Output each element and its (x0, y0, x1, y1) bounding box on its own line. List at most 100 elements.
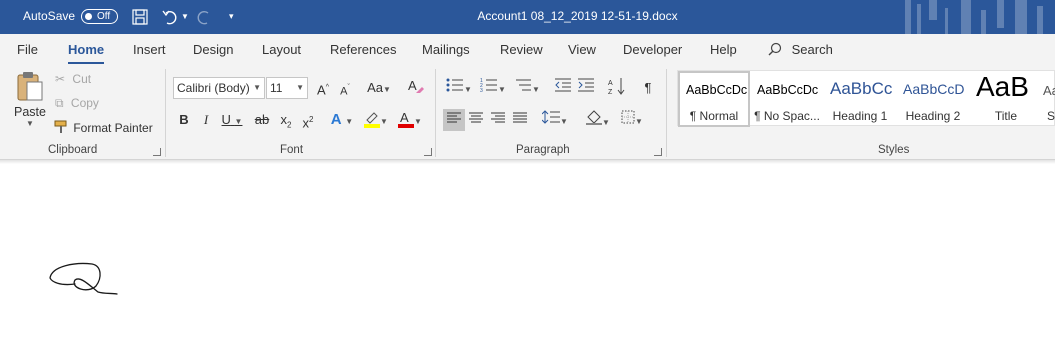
tab-developer[interactable]: Developer (623, 42, 682, 57)
font-size-dropdown[interactable]: 11 ▼ (266, 77, 308, 99)
format-painter-label: Format Painter (73, 121, 153, 135)
align-center-button[interactable] (465, 109, 487, 131)
superscript-button[interactable]: x2 (297, 109, 319, 131)
chevron-down-icon: ▼ (382, 85, 391, 94)
customize-qat-icon[interactable]: ▾ (229, 11, 234, 29)
style-subtitle[interactable]: Aa S (1041, 71, 1055, 127)
text-effects-icon: A (330, 111, 342, 128)
shrink-font-label: A (340, 85, 348, 98)
tab-layout[interactable]: Layout (262, 42, 301, 57)
show-marks-button[interactable]: ¶ (637, 77, 659, 99)
grow-font-button[interactable]: A^ (312, 77, 334, 99)
align-left-icon (447, 112, 461, 123)
tab-home[interactable]: Home (68, 42, 105, 64)
subscript-button[interactable]: x2 (275, 109, 297, 131)
increase-indent-icon (578, 78, 594, 92)
justify-button[interactable] (509, 109, 531, 131)
ribbon: Paste ▼ ✂ Cut ⧉ Copy Format Painter Clip… (0, 64, 1055, 160)
tab-help[interactable]: Help (710, 42, 737, 57)
style-name: Heading 1 (832, 109, 888, 123)
copy-button[interactable]: ⧉ Copy (55, 96, 99, 111)
strikethrough-button[interactable]: ab (251, 109, 273, 131)
autosave-toggle[interactable]: Off (81, 9, 118, 24)
tab-view[interactable]: View (568, 42, 596, 57)
tab-file[interactable]: File (17, 42, 38, 57)
justify-icon (513, 112, 527, 123)
shading-button[interactable]: ▼ (583, 109, 613, 131)
title-bar: AutoSave Off ▼ ▾ Account1 08_12_2019 12-… (0, 0, 1055, 34)
document-canvas[interactable] (0, 164, 1055, 361)
style-title[interactable]: AaB Title (970, 71, 1042, 127)
numbering-button[interactable]: 1 2 3 ▼ (478, 77, 508, 99)
clear-formatting-button[interactable]: A (405, 77, 427, 99)
bold-button[interactable]: B (173, 109, 195, 131)
bullets-icon (446, 78, 464, 92)
sort-button[interactable]: AZ (606, 77, 628, 99)
grow-font-label: A (317, 82, 326, 98)
underline-button[interactable]: U ▼ (217, 109, 247, 131)
tab-references[interactable]: References (330, 42, 396, 57)
align-right-button[interactable] (487, 109, 509, 131)
paragraph-dialog-launcher[interactable] (654, 148, 662, 156)
decrease-indent-icon (555, 78, 571, 92)
line-spacing-button[interactable]: ▼ (540, 109, 570, 131)
tab-mailings[interactable]: Mailings (422, 42, 470, 57)
cut-button[interactable]: ✂ Cut (55, 72, 91, 86)
chevron-down-icon: ▼ (560, 117, 568, 126)
align-left-button[interactable] (443, 109, 465, 131)
undo-icon[interactable] (161, 8, 179, 26)
chevron-down-icon: ▼ (532, 85, 540, 94)
clear-formatting-icon: A (408, 78, 424, 93)
change-case-button[interactable]: Aa▼ (364, 77, 394, 99)
clipboard-dialog-launcher[interactable] (153, 148, 161, 156)
align-right-icon (491, 112, 505, 123)
bullets-button[interactable]: ▼ (444, 77, 474, 99)
paste-icon (17, 72, 43, 101)
chevron-down-icon: ▼ (464, 85, 472, 94)
paste-button[interactable]: Paste ▼ (12, 70, 48, 140)
style-preview: AaB (976, 71, 1029, 102)
text-effects-button[interactable]: A ▼ (327, 109, 357, 131)
style-heading-1[interactable]: AaBbCc Heading 1 (824, 71, 896, 127)
format-painter-button[interactable]: Format Painter (54, 120, 153, 135)
redo-icon[interactable] (195, 8, 213, 26)
tab-review[interactable]: Review (500, 42, 543, 57)
style-no-spacing[interactable]: AaBbCcDc ¶ No Spac... (751, 71, 823, 127)
save-icon[interactable] (131, 8, 149, 26)
font-name-value: Calibri (Body) (177, 81, 250, 95)
ink-drawing-icon (49, 262, 118, 295)
svg-text:Z: Z (608, 89, 613, 95)
titlebar-pattern-icon (905, 0, 1043, 34)
multilevel-list-button[interactable]: ▼ (512, 77, 542, 99)
style-normal[interactable]: AaBbCcDc ¶ Normal (678, 71, 750, 127)
font-dialog-launcher[interactable] (424, 148, 432, 156)
numbering-icon: 123 (480, 78, 498, 94)
svg-text:A: A (608, 80, 613, 87)
superscript-icon: 2 (309, 115, 314, 124)
underline-label: U (221, 112, 231, 127)
paste-label: Paste (14, 105, 46, 119)
increase-indent-button[interactable] (575, 77, 597, 99)
search-box[interactable]: Search (768, 42, 833, 57)
tab-insert[interactable]: Insert (133, 42, 166, 57)
style-heading-2[interactable]: AaBbCcD Heading 2 (897, 71, 969, 127)
font-size-value: 11 (270, 81, 283, 95)
highlight-button[interactable]: ▼ (361, 109, 391, 131)
chevron-down-icon: ▼ (345, 117, 354, 126)
style-name: ¶ No Spac... (754, 109, 820, 123)
style-name: ¶ Normal (689, 109, 739, 123)
font-color-icon: A (398, 110, 415, 128)
paint-bucket-icon (586, 110, 603, 125)
cut-label: Cut (72, 72, 92, 86)
shrink-font-button[interactable]: Aˇ (334, 77, 356, 99)
font-color-button[interactable]: A ▼ (395, 109, 425, 131)
tab-design[interactable]: Design (193, 42, 233, 57)
chevron-down-icon: ▼ (602, 118, 610, 127)
undo-dropdown-icon[interactable]: ▼ (181, 12, 189, 30)
borders-button[interactable]: ▼ (617, 109, 647, 131)
sort-icon: AZ (608, 78, 625, 96)
cut-icon: ✂ (55, 72, 66, 86)
font-name-dropdown[interactable]: Calibri (Body) ▼ (173, 77, 265, 99)
italic-button[interactable]: I (195, 109, 217, 131)
decrease-indent-button[interactable] (552, 77, 574, 99)
